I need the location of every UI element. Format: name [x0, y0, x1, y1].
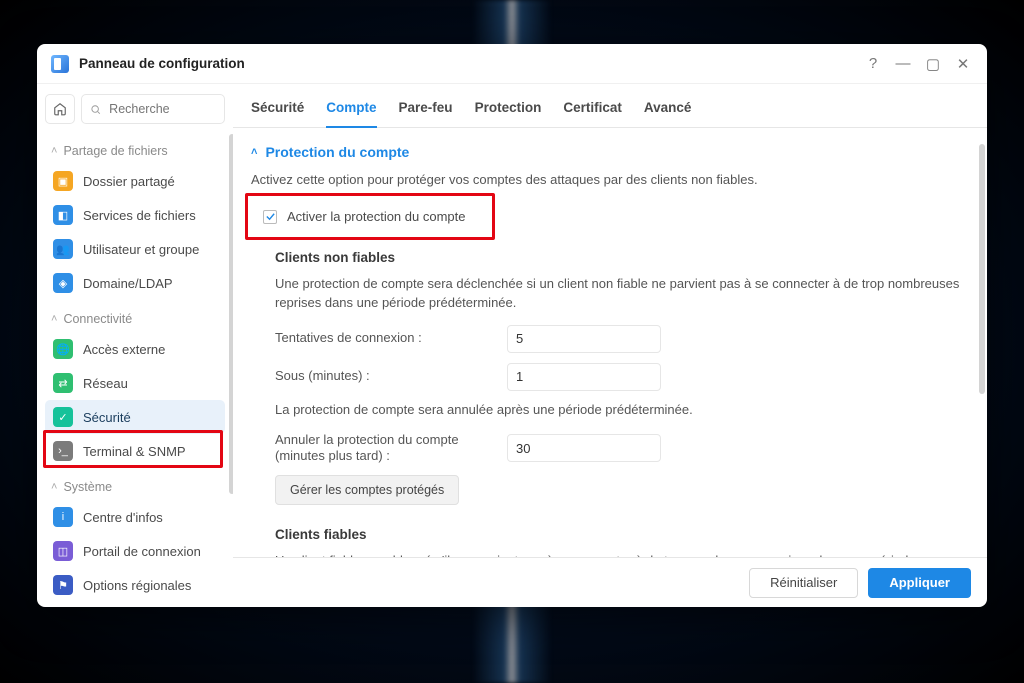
- sidebar-item-user-group[interactable]: 👥 Utilisateur et groupe: [45, 232, 225, 266]
- sidebar-section-file-sharing[interactable]: ˄ Partage de fichiers: [45, 132, 225, 164]
- untrusted-cancel-text: La protection de compte sera annulée apr…: [275, 401, 969, 420]
- main-content: Sécurité Compte Pare-feu Protection Cert…: [233, 84, 987, 607]
- sidebar-item-label: Domaine/LDAP: [83, 276, 173, 291]
- sidebar-item-security[interactable]: ✓ Sécurité: [45, 400, 225, 434]
- sidebar-item-label: Accès externe: [83, 342, 165, 357]
- section-label: Connectivité: [63, 312, 132, 326]
- untrusted-text: Une protection de compte sera déclenchée…: [275, 275, 969, 313]
- untrusted-cancel-label: Annuler la protection du compte (minutes…: [275, 432, 507, 466]
- content-scrollbar-thumb[interactable]: [979, 144, 985, 394]
- section-untrusted-clients: Clients non fiables Une protection de co…: [251, 236, 969, 505]
- trusted-title: Clients fiables: [275, 527, 969, 542]
- network-icon: ⇄: [53, 373, 73, 393]
- config-window: Panneau de configuration ? — ▢ ✕ ˄ Parta…: [37, 44, 987, 607]
- sidebar-item-label: Réseau: [83, 376, 128, 391]
- home-button[interactable]: [45, 94, 75, 124]
- minimize-button[interactable]: —: [889, 50, 917, 78]
- sidebar-item-info-center[interactable]: i Centre d'infos: [45, 500, 225, 534]
- file-services-icon: ◧: [53, 205, 73, 225]
- titlebar: Panneau de configuration ? — ▢ ✕: [37, 44, 987, 84]
- window-title: Panneau de configuration: [79, 56, 245, 71]
- panel-header-label: Protection du compte: [265, 144, 409, 160]
- chevron-up-icon: ˄: [51, 313, 57, 325]
- panel-description: Activez cette option pour protéger vos c…: [251, 172, 969, 187]
- sidebar-section-system[interactable]: ˄ Système: [45, 468, 225, 500]
- sidebar-item-label: Portail de connexion: [83, 544, 201, 559]
- search-input[interactable]: [107, 101, 216, 117]
- sidebar-item-file-services[interactable]: ◧ Services de fichiers: [45, 198, 225, 232]
- untrusted-within-label: Sous (minutes) :: [275, 368, 507, 385]
- sidebar-item-network[interactable]: ⇄ Réseau: [45, 366, 225, 400]
- shield-icon: ✓: [53, 407, 73, 427]
- checkbox-enable-account-protection[interactable]: Activer la protection du compte: [263, 209, 465, 224]
- untrusted-within-input[interactable]: [507, 363, 661, 391]
- login-portal-icon: ◫: [53, 541, 73, 561]
- help-button[interactable]: ?: [859, 50, 887, 78]
- tab-account[interactable]: Compte: [326, 100, 376, 127]
- sidebar-item-label: Options régionales: [83, 578, 191, 593]
- settings-scroll[interactable]: ˄ Protection du compte Activez cette opt…: [233, 128, 987, 557]
- sidebar-item-shared-folder[interactable]: ▣ Dossier partagé: [45, 164, 225, 198]
- search-box[interactable]: [81, 94, 225, 124]
- footer: Réinitialiser Appliquer: [233, 557, 987, 607]
- sidebar-item-label: Utilisateur et groupe: [83, 242, 199, 257]
- tab-protection[interactable]: Protection: [475, 100, 542, 127]
- sidebar-item-domain-ldap[interactable]: ◈ Domaine/LDAP: [45, 266, 225, 300]
- sidebar-item-regional-options[interactable]: ⚑ Options régionales: [45, 568, 225, 602]
- tab-security[interactable]: Sécurité: [251, 100, 304, 127]
- regional-icon: ⚑: [53, 575, 73, 595]
- sidebar-item-terminal-snmp[interactable]: ›_ Terminal & SNMP: [45, 434, 225, 468]
- app-icon: [51, 55, 69, 73]
- folder-icon: ▣: [53, 171, 73, 191]
- sidebar-item-label: Centre d'infos: [83, 510, 163, 525]
- sidebar-item-label: Dossier partagé: [83, 174, 175, 189]
- tabs: Sécurité Compte Pare-feu Protection Cert…: [233, 84, 987, 128]
- untrusted-cancel-input[interactable]: [507, 434, 661, 462]
- chevron-up-icon: ˄: [251, 146, 257, 158]
- section-label: Partage de fichiers: [63, 144, 167, 158]
- sidebar-section-connectivity[interactable]: ˄ Connectivité: [45, 300, 225, 332]
- section-label: Système: [63, 480, 112, 494]
- untrusted-attempts-label: Tentatives de connexion :: [275, 330, 507, 347]
- sidebar: ˄ Partage de fichiers ▣ Dossier partagé …: [37, 84, 233, 607]
- info-icon: i: [53, 507, 73, 527]
- manage-protected-accounts-button[interactable]: Gérer les comptes protégés: [275, 475, 459, 505]
- chevron-up-icon: ˄: [51, 145, 57, 157]
- reset-button[interactable]: Réinitialiser: [749, 568, 858, 598]
- sidebar-item-login-portal[interactable]: ◫ Portail de connexion: [45, 534, 225, 568]
- untrusted-title: Clients non fiables: [275, 250, 969, 265]
- sidebar-item-label: Services de fichiers: [83, 208, 196, 223]
- tab-advanced[interactable]: Avancé: [644, 100, 692, 127]
- panel-toggle-account-protection[interactable]: ˄ Protection du compte: [251, 142, 969, 172]
- home-icon: [53, 102, 67, 116]
- checkbox-checked-icon: [263, 210, 277, 224]
- globe-icon: 🌐: [53, 339, 73, 359]
- tab-firewall[interactable]: Pare-feu: [399, 100, 453, 127]
- checkbox-label: Activer la protection du compte: [287, 209, 465, 224]
- content-scrollbar[interactable]: [979, 144, 985, 544]
- maximize-button[interactable]: ▢: [919, 50, 947, 78]
- tab-certificate[interactable]: Certificat: [563, 100, 622, 127]
- domain-icon: ◈: [53, 273, 73, 293]
- terminal-icon: ›_: [53, 441, 73, 461]
- search-icon: [90, 103, 101, 116]
- user-group-icon: 👥: [53, 239, 73, 259]
- untrusted-attempts-input[interactable]: [507, 325, 661, 353]
- close-button[interactable]: ✕: [949, 50, 977, 78]
- chevron-up-icon: ˄: [51, 481, 57, 493]
- sidebar-item-label: Terminal & SNMP: [83, 444, 186, 459]
- sidebar-item-label: Sécurité: [83, 410, 131, 425]
- sidebar-item-external-access[interactable]: 🌐 Accès externe: [45, 332, 225, 366]
- section-trusted-clients: Clients fiables Un client fiable sera bl…: [251, 513, 969, 557]
- apply-button[interactable]: Appliquer: [868, 568, 971, 598]
